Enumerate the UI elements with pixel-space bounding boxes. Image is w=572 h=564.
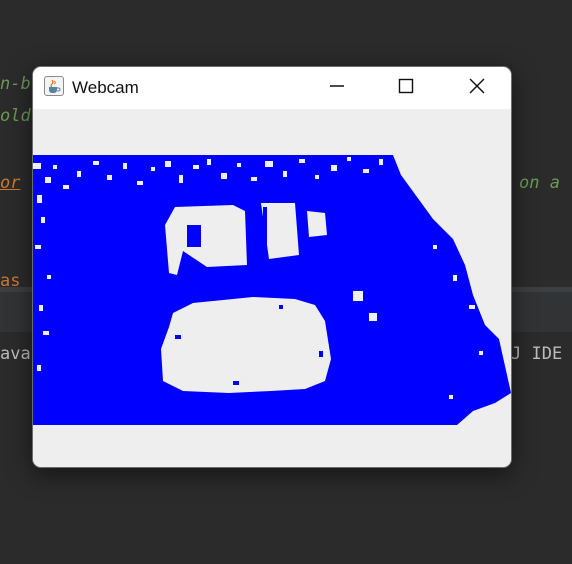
minimize-icon <box>329 78 345 99</box>
maximize-icon <box>398 78 414 99</box>
maximize-button[interactable] <box>383 67 429 109</box>
webcam-window: Webcam <box>32 66 512 468</box>
ide-console-text: ava <box>0 344 31 364</box>
ide-code-fragment: on a <box>519 173 560 193</box>
window-title: Webcam <box>72 78 139 97</box>
java-cup-icon <box>44 76 64 96</box>
close-icon <box>469 78 485 99</box>
ide-code-fragment: or <box>0 173 21 193</box>
webcam-canvas <box>33 109 511 467</box>
webcam-frame-image <box>33 155 511 425</box>
ide-console-text: J IDE <box>511 344 563 364</box>
ide-code-fragment: old <box>0 106 31 126</box>
title-bar[interactable]: Webcam <box>33 67 511 109</box>
close-button[interactable] <box>454 67 500 109</box>
ide-code-fragment: n-b <box>0 74 31 94</box>
minimize-button[interactable] <box>314 67 360 109</box>
